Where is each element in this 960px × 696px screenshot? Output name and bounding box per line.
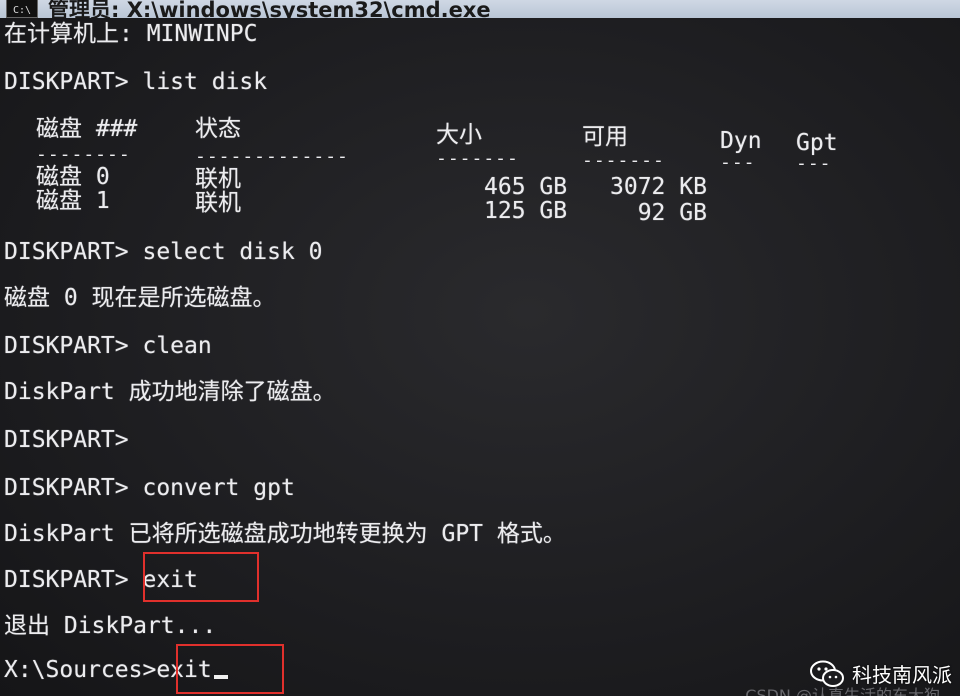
table-cell-status: 联机 [195,166,241,192]
highlight-box-exit-sources [176,644,284,694]
diskpart-prompt: DISKPART> [4,567,129,593]
table-separator: -------- [36,144,131,165]
table-separator: ------- [582,150,665,171]
csdn-watermark: CSDN @认真生活的东大狗 [745,686,940,696]
table-cell-disk: 磁盘 1 [36,188,110,214]
computer-line: 在计算机上: MINWINPC [4,21,258,47]
table-header-dyn: Dyn [720,128,762,154]
console-output[interactable]: 在计算机上: MINWINPC DISKPART> list disk 磁盘 #… [0,18,960,696]
message-disk-selected: 磁盘 0 现在是所选磁盘。 [4,285,276,311]
window-titlebar[interactable]: C:\ 管理员: X:\windows\system32\cmd.exe [0,0,960,18]
table-separator: --- [720,152,756,173]
table-cell-size: 465 GB [484,174,568,200]
table-header-status: 状态 [195,116,241,142]
table-separator: ------------- [195,146,349,167]
window-title: 管理员: X:\windows\system32\cmd.exe [48,0,491,18]
message-disk-cleaned: DiskPart 成功地清除了磁盘。 [4,379,336,405]
command-convert-gpt: DISKPART> convert gpt [4,475,295,501]
table-separator: ------- [436,148,519,169]
command-select-disk: DISKPART> select disk 0 [4,239,323,265]
command-list-disk: DISKPART> list disk [4,69,268,95]
highlight-box-exit-diskpart [143,552,259,602]
command-clean: DISKPART> clean [4,333,212,359]
table-header-free: 可用 [582,124,628,150]
cmd-icon: C:\ [6,0,38,18]
message-converted: DiskPart 已将所选磁盘成功地转更换为 GPT 格式。 [4,521,566,547]
screenshot: C:\ 管理员: X:\windows\system32\cmd.exe 在计算… [0,0,960,696]
sources-prompt: X:\Sources> [4,657,157,683]
table-header-disk: 磁盘 ### [36,116,138,142]
table-cell-status: 联机 [195,190,241,216]
table-separator: --- [796,153,832,174]
table-cell-size: 125 GB [484,198,568,224]
prompt-empty: DISKPART> [4,427,129,453]
table-cell-free: 92 GB [610,200,707,226]
message-exiting: 退出 DiskPart... [4,613,217,639]
table-cell-free: 3072 KB [610,174,707,200]
table-cell-disk: 磁盘 0 [36,164,110,190]
table-header-size: 大小 [436,122,482,148]
